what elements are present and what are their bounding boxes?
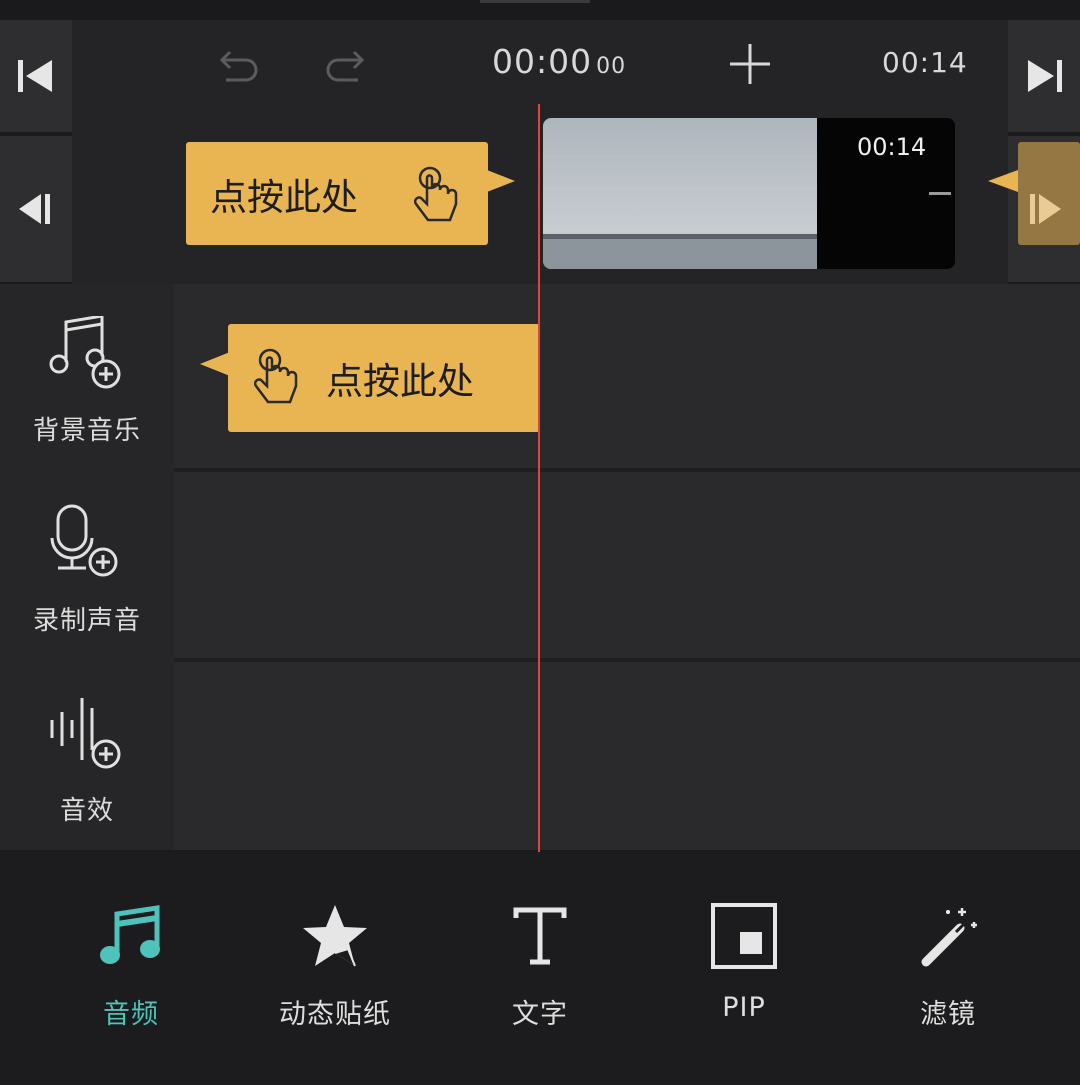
text-icon (513, 907, 567, 965)
track-divider (174, 468, 1080, 472)
current-time: 00:00 00 (492, 42, 626, 81)
tool-filter-label: 滤镜 (920, 999, 976, 1030)
audio-tip-arrow (200, 352, 230, 376)
track-divider (174, 658, 1080, 662)
skip-end-icon (1028, 60, 1062, 92)
skip-to-end-button[interactable] (1008, 20, 1080, 132)
track-label-music: 背景音乐 (32, 416, 141, 446)
undo-button[interactable] (218, 42, 262, 86)
total-time: 00:14 (882, 46, 968, 79)
tool-audio-button[interactable]: 音频 (51, 852, 211, 1085)
current-time-ms: 00 (596, 54, 627, 79)
audio-tip-callout[interactable]: 点按此处 (228, 324, 540, 432)
tool-audio-icon-wrap (51, 900, 211, 972)
sound-wave-add-icon (50, 698, 121, 769)
pip-icon (711, 903, 777, 969)
redo-button[interactable] (322, 42, 366, 86)
magic-wand-icon (921, 908, 977, 967)
tool-sticker-icon-wrap (255, 900, 415, 972)
tool-pip-label: PIP (722, 992, 766, 1023)
video-tip-arrow (487, 170, 515, 192)
background-music-button[interactable]: 背景音乐 (0, 284, 174, 468)
skip-start-icon (18, 60, 52, 92)
music-icon (100, 905, 160, 964)
top-handle (480, 0, 590, 3)
playhead[interactable] (538, 104, 540, 854)
tap-hand-icon (414, 166, 458, 222)
sound-effect-button[interactable]: 音效 (0, 662, 174, 850)
previous-frame-button[interactable] (0, 136, 72, 282)
frame-back-icon (19, 194, 50, 224)
add-clip-button[interactable] (726, 40, 774, 88)
clip-duration: 00:14 (857, 133, 927, 161)
tool-sticker-label: 动态贴纸 (279, 999, 391, 1030)
end-tip-arrow (988, 170, 1018, 192)
audio-tip-text: 点按此处 (326, 360, 474, 403)
undo-icon (219, 50, 258, 82)
tool-filter-button[interactable]: 滤镜 (868, 852, 1028, 1085)
bottom-toolbar: 音频 动态贴纸 文字 PIP 滤镜 (0, 852, 1080, 1085)
tap-hand-icon (254, 348, 298, 404)
redo-icon (326, 50, 365, 82)
music-note-add-icon (49, 316, 121, 389)
track-label-record: 录制声音 (32, 606, 141, 636)
tool-pip-button[interactable]: PIP (664, 852, 824, 1085)
tool-text-icon-wrap (460, 900, 620, 972)
skip-to-start-button[interactable] (0, 20, 72, 132)
plus-icon (730, 44, 770, 84)
top-strip (0, 0, 1080, 20)
tool-pip-icon-wrap (664, 900, 824, 972)
tool-text-button[interactable]: 文字 (460, 852, 620, 1085)
star-sticker-icon (303, 905, 367, 967)
track-label-sfx: 音效 (59, 796, 114, 826)
end-tip-callout[interactable] (1018, 142, 1080, 245)
video-tip-text: 点按此处 (210, 175, 358, 219)
record-voice-button[interactable]: 录制声音 (0, 472, 174, 658)
microphone-add-icon (50, 504, 118, 577)
tool-text-label: 文字 (512, 999, 568, 1030)
tool-filter-icon-wrap (868, 900, 1028, 972)
track-menu: 背景音乐 录制声音 音效 (0, 284, 174, 850)
current-time-value: 00:00 (492, 42, 593, 81)
video-tip-callout[interactable]: 点按此处 (186, 142, 488, 245)
tool-sticker-button[interactable]: 动态贴纸 (255, 852, 415, 1085)
tool-audio-label: 音频 (103, 999, 159, 1030)
